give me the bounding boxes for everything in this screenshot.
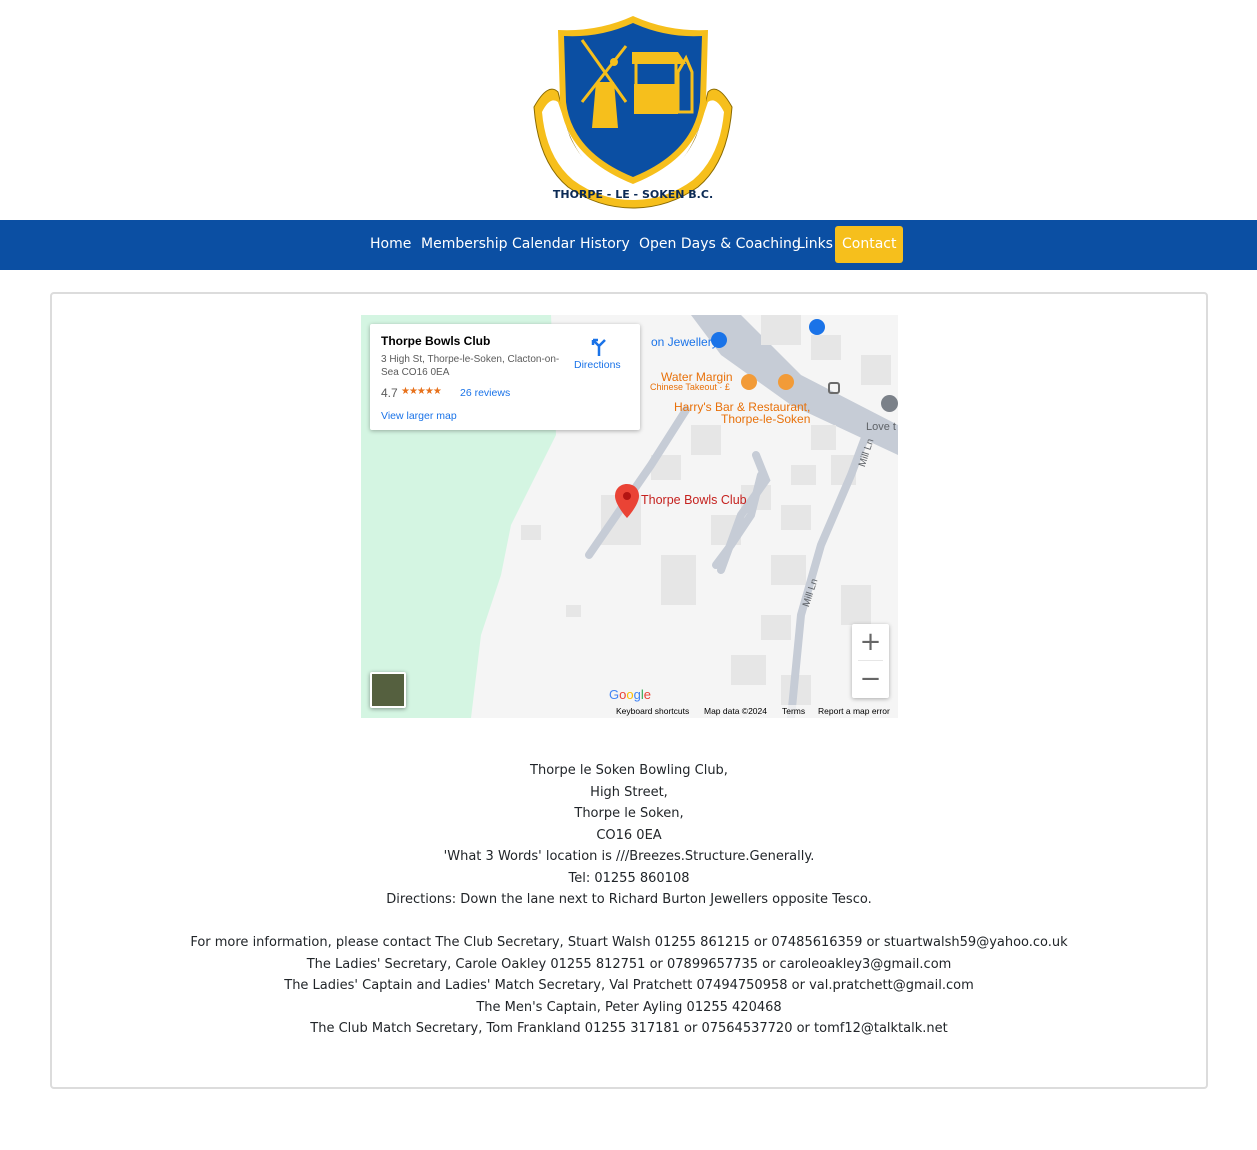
nav-history[interactable]: History (580, 226, 630, 263)
contact-info-line: The Ladies' Captain and Ladies' Match Se… (284, 978, 974, 993)
address-line: Thorpe le Soken Bowling Club, (530, 763, 728, 778)
place-address: 3 High St, Thorpe-le-Soken, Clacton-on-S… (381, 354, 560, 378)
zoom-in-button[interactable]: + (852, 624, 889, 661)
svg-text:THORPE - LE - SOKEN B.C.: THORPE - LE - SOKEN B.C. (553, 188, 713, 201)
report-map-error-link[interactable]: Report a map error (818, 706, 890, 716)
zoom-out-button[interactable]: − (852, 661, 889, 698)
directions-icon[interactable] (589, 336, 609, 356)
nav-calendar[interactable]: Calendar (512, 226, 575, 263)
zoom-control: + − (852, 624, 889, 698)
marker-label[interactable]: Thorpe Bowls Club (641, 493, 747, 507)
rating-stars-icon: ★★★★★ (401, 386, 442, 397)
bus-stop-icon (828, 382, 840, 394)
nav-contact[interactable]: Contact (835, 226, 904, 263)
lock-icon (711, 332, 727, 348)
poi-water-margin-sub: Chinese Takeout · £ (650, 382, 730, 392)
poi-jewellery[interactable]: on Jewellery (651, 335, 718, 349)
contact-details: Thorpe le Soken Bowling Club, High Stree… (52, 760, 1206, 1040)
directions-link[interactable]: Directions (574, 359, 621, 371)
google-logo: Google (609, 687, 651, 702)
reviews-link[interactable]: 26 reviews (460, 387, 510, 399)
map-footer: Keyboard shortcuts Map data ©2024 Terms … (611, 705, 898, 718)
satellite-toggle-button[interactable] (370, 672, 406, 708)
directions-line: Directions: Down the lane next to Richar… (386, 892, 872, 907)
place-rating: 4.7 (381, 386, 398, 400)
contact-info-line: The Men's Captain, Peter Ayling 01255 42… (476, 999, 782, 1015)
address-line: High Street, (590, 784, 668, 800)
main-navbar: Home Membership Calendar History Open Da… (0, 220, 1257, 270)
place-icon (881, 395, 898, 412)
place-name: Thorpe Bowls Club (381, 334, 491, 348)
telephone-line: Tel: 01255 860108 (568, 870, 690, 886)
contact-info-line: For more information, please contact The… (190, 935, 1068, 950)
poi-love[interactable]: Love t (866, 421, 896, 433)
view-larger-map-link[interactable]: View larger map (381, 410, 457, 422)
nav-links[interactable]: Links (797, 226, 833, 263)
nav-membership[interactable]: Membership (421, 226, 508, 263)
map-data-text: Map data ©2024 (704, 706, 767, 716)
poi-harrys-bar-town: Thorpe-le-Soken (721, 412, 811, 426)
nav-home[interactable]: Home (370, 226, 411, 263)
restaurant-icon-2 (778, 374, 794, 390)
map-marker-icon[interactable] (615, 484, 639, 518)
contact-info-line: The Club Match Secretary, Tom Frankland … (310, 1021, 948, 1036)
club-logo: THORPE - LE - SOKEN B.C. (528, 12, 738, 210)
place-info-card: Thorpe Bowls Club 3 High St, Thorpe-le-S… (370, 324, 640, 430)
embedded-map[interactable]: on Jewellery Water Margin Chinese Takeou… (361, 315, 898, 718)
club-crest-icon: THORPE - LE - SOKEN B.C. (533, 16, 733, 209)
address-line: CO16 0EA (596, 827, 662, 843)
restaurant-icon (741, 374, 757, 390)
terms-link[interactable]: Terms (782, 706, 805, 716)
address-line: Thorpe le Soken, (574, 806, 684, 821)
keyboard-shortcuts-link[interactable]: Keyboard shortcuts (616, 706, 689, 716)
what3words-line: 'What 3 Words' location is ///Breezes.St… (443, 849, 815, 864)
nav-open-days-coaching[interactable]: Open Days & Coaching (639, 226, 801, 263)
shopping-cart-icon (809, 319, 825, 335)
contact-info-line: The Ladies' Secretary, Carole Oakley 012… (306, 956, 952, 972)
